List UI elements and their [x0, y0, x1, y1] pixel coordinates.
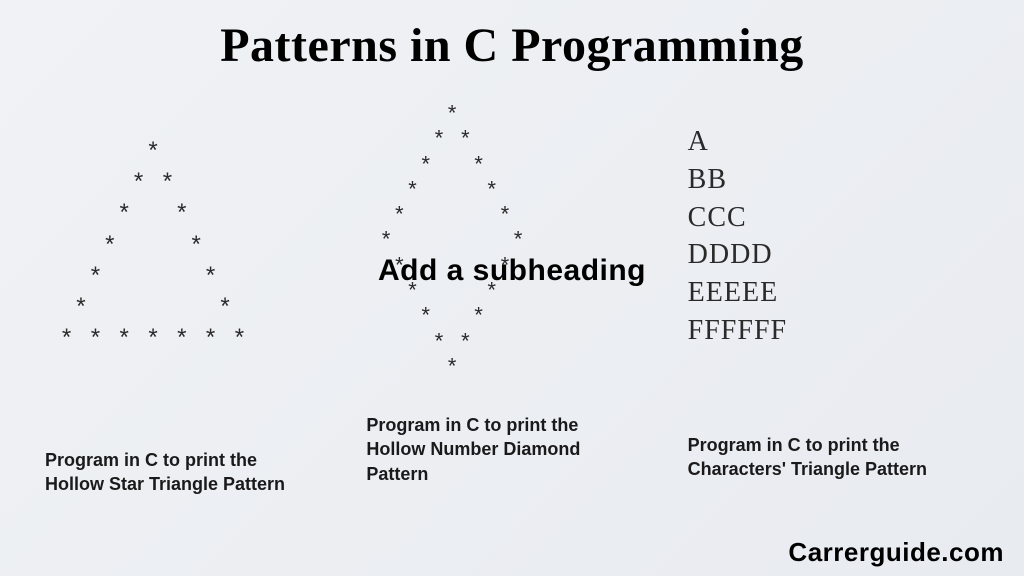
column-3: A BB CCC DDDD EEEEE FFFFFF Program in C …: [673, 103, 994, 482]
watermark-text: Carrerguide.com: [788, 537, 1004, 568]
page-title: Patterns in C Programming: [0, 0, 1024, 83]
column-1: * * * * * * * * * * * * * * * * * * Prog…: [30, 103, 351, 497]
content-row: * * * * * * * * * * * * * * * * * * Prog…: [0, 83, 1024, 497]
caption-3: Program in C to print the Characters' Tr…: [688, 433, 948, 482]
caption-2: Program in C to print the Hollow Number …: [366, 413, 626, 486]
column-2: * * * * * * * * * * * * * * * * * * * * …: [351, 103, 672, 486]
subheading-placeholder: Add a subheading: [378, 254, 646, 288]
pattern-char-triangle: A BB CCC DDDD EEEEE FFFFFF: [688, 123, 787, 403]
caption-1: Program in C to print the Hollow Star Tr…: [45, 448, 305, 497]
pattern-hollow-triangle: * * * * * * * * * * * * * * * * * *: [45, 138, 247, 418]
pattern-hollow-diamond: * * * * * * * * * * * * * * * * * * * *: [366, 103, 524, 383]
